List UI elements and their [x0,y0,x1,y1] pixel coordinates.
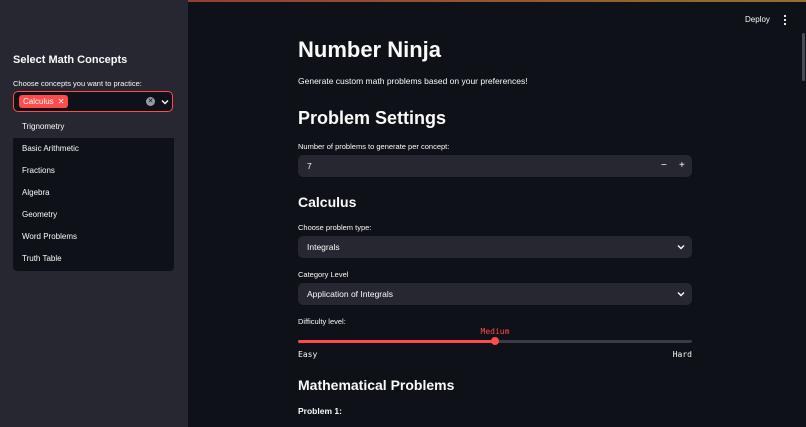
difficulty-value: Medium [480,327,510,336]
concepts-dropdown: Trignometry Basic Arithmetic Fractions A… [13,116,174,271]
concepts-label: Choose concepts you want to practice: [13,79,142,88]
problem-type-value: Integrals [307,242,340,252]
selected-tag-calculus: Calculus ✕ [19,95,69,108]
page-title: Number Ninja [298,37,442,62]
chevron-down-icon[interactable] [159,96,171,108]
category-level-label: Category Level [298,270,349,279]
problem-1-label: Problem 1: [298,406,342,416]
num-problems-label: Number of problems to generate per conce… [298,142,450,151]
category-level-value: Application of Integrals [307,289,393,299]
settings-heading: Problem Settings [298,108,447,128]
concepts-multiselect[interactable]: Calculus ✕ ✕ [13,91,173,112]
option-word-problems[interactable]: Word Problems [13,226,174,248]
concept-heading: Calculus [298,194,357,210]
sidebar-title: Select Math Concepts [13,54,128,66]
remove-tag-icon[interactable]: ✕ [58,95,65,108]
category-level-select[interactable]: Application of Integrals [298,283,692,305]
slider-min-label: Easy [298,350,318,359]
option-algebra[interactable]: Algebra [13,182,174,204]
option-basic-arithmetic[interactable]: Basic Arithmetic [13,138,174,160]
chevron-down-icon [677,245,685,250]
slider-thumb[interactable] [491,337,499,345]
num-problems-input[interactable]: 7 − + [298,155,692,177]
problem-type-select[interactable]: Integrals [298,236,692,258]
deploy-button[interactable]: Deploy [745,15,770,24]
decrement-button[interactable]: − [661,155,667,177]
slider-fill [298,340,495,343]
increment-button[interactable]: + [679,155,685,177]
num-problems-value: 7 [307,161,312,171]
intro-text: Generate custom math problems based on y… [298,76,528,86]
option-trignometry[interactable]: Trignometry [13,116,174,138]
sidebar: Select Math Concepts Choose concepts you… [0,0,188,427]
option-geometry[interactable]: Geometry [13,204,174,226]
option-fractions[interactable]: Fractions [13,160,174,182]
option-truth-table[interactable]: Truth Table [13,248,174,270]
difficulty-slider[interactable] [298,337,692,345]
slider-max-label: Hard [672,350,692,359]
problem-type-label: Choose problem type: [298,223,372,232]
difficulty-label: Difficulty level: [298,317,346,326]
selected-tag-label: Calculus [23,97,54,106]
more-options-icon[interactable] [782,14,788,26]
chevron-down-icon [677,292,685,297]
clear-all-icon[interactable]: ✕ [146,97,155,106]
problems-heading: Mathematical Problems [298,377,455,393]
scrollbar[interactable] [802,33,805,81]
